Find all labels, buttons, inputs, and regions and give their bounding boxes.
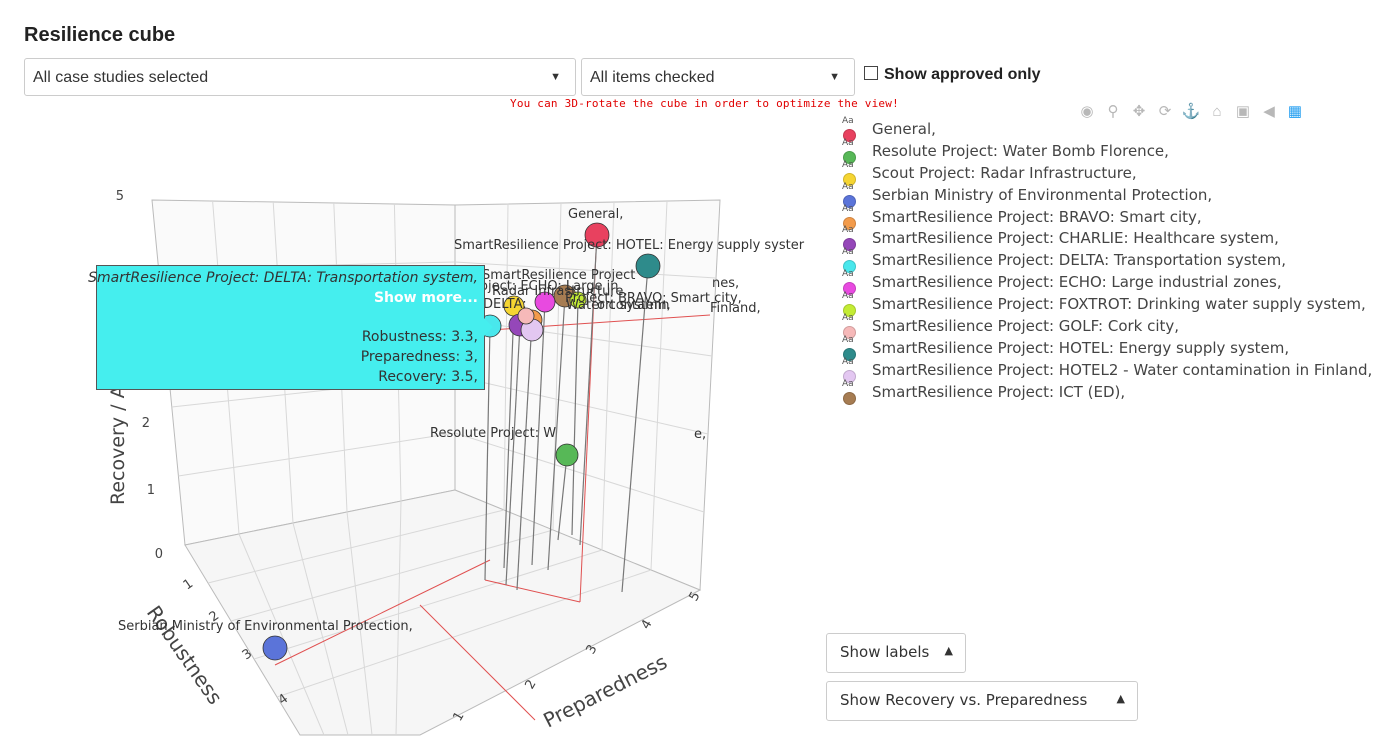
show-approved-label: Show approved only [884, 66, 1041, 83]
point-label: e, [694, 427, 706, 442]
point-label: General, [568, 207, 623, 222]
show-labels-label: Show labels [840, 643, 930, 661]
text-symbol-icon: Aa [842, 247, 854, 258]
text-symbol-icon: Aa [842, 116, 854, 126]
legend-label: General, [872, 120, 936, 138]
point-label: SmartResilience Project: HOTEL: Energy s… [454, 238, 805, 253]
checkbox-box[interactable] [864, 66, 878, 80]
legend-label: SmartResilience Project: DELTA: Transpor… [872, 251, 1287, 270]
legend-label: SmartResilience Project: BRAVO: Smart ci… [872, 207, 1202, 226]
text-symbol-icon: Aa [842, 137, 854, 148]
text-symbol-icon: Aa [842, 334, 854, 345]
legend-label: Resolute Project: Water Bomb Florence, [872, 141, 1169, 160]
chevron-down-icon: ▼ [550, 71, 561, 83]
text-symbol-icon: Aa [842, 159, 854, 170]
y-tick-label: 4 [638, 617, 655, 632]
data-point[interactable] [635, 253, 661, 279]
legend-item[interactable]: Aa SmartResilience Project: HOTEL: Energy… [840, 334, 1372, 361]
text-symbol-icon: Aa [842, 203, 854, 214]
point-label: Finland, [710, 301, 761, 316]
tooltip-robustness: Robustness: 3.3, [361, 329, 478, 345]
legend-label: SmartResilience Project: HOTEL: Energy s… [872, 338, 1290, 357]
tooltip-pointer [484, 318, 493, 336]
triangle-up-icon: ▲ [1116, 692, 1125, 705]
show-labels-button[interactable]: Show labels ▲ [826, 633, 966, 673]
legend-label: SmartResilience Project: FOXTROT: Drinki… [872, 295, 1366, 314]
x-tick-label: 1 [181, 576, 196, 593]
legend-item[interactable]: Aa SmartResilience Project: BRAVO: Smart … [840, 203, 1372, 230]
legend-item[interactable]: Aa Serbian Ministry of Environmental Prot… [840, 181, 1372, 208]
legend-label: SmartResilience Project: ECHO: Large ind… [872, 273, 1282, 292]
page-title: Resilience cube [24, 24, 176, 46]
case-study-select[interactable]: All case studies selected ▼ [24, 58, 576, 96]
legend-label: Serbian Ministry of Environmental Protec… [872, 185, 1213, 204]
chart-legend: Aa General, Aa Resolute Project: Water Bomb… [840, 116, 1373, 405]
z-tick-label: 5 [116, 189, 124, 204]
text-symbol-icon: Aa [842, 291, 854, 302]
data-point[interactable] [262, 635, 288, 661]
point-label: ort system, [597, 298, 671, 313]
tooltip-preparedness: Preparedness: 3, [360, 349, 478, 365]
legend-item[interactable]: Aa Resolute Project: Water Bomb Florence, [840, 137, 1372, 164]
data-point[interactable] [555, 443, 579, 467]
items-select[interactable]: All items checked ▼ [581, 58, 855, 96]
legend-item[interactable]: Aa SmartResilience Project: DELTA: Transp… [840, 247, 1372, 274]
point-label: Resolute Project: W [430, 426, 556, 441]
legend-label: SmartResilience Project: CHARLIE: Health… [872, 229, 1279, 248]
show-more-link[interactable]: Show more... [374, 290, 478, 306]
items-select-value: All items checked [590, 69, 715, 86]
text-symbol-icon: Aa [842, 313, 854, 324]
tooltip-recovery: Recovery: 3.5, [378, 369, 478, 385]
legend-item[interactable]: Aa SmartResilience Project: GOLF: Cork ci… [840, 313, 1372, 340]
point-label: Serbian Ministry of Environmental Protec… [118, 619, 413, 634]
triangle-up-icon: ▲ [944, 644, 953, 657]
point-label: nes, [712, 276, 739, 291]
legend-item[interactable]: Aa General, [840, 116, 1372, 142]
view-toggle-button[interactable]: Show Recovery vs. Preparedness ▲ [826, 681, 1138, 721]
legend-item[interactable]: Aa SmartResilience Project: CHARLIE: Heal… [840, 225, 1372, 252]
chevron-down-icon: ▼ [829, 71, 840, 83]
rotate-hint: You can 3D-rotate the cube in order to o… [510, 97, 899, 110]
show-approved-checkbox[interactable]: Show approved only [864, 66, 1040, 84]
z-tick-label: 1 [147, 483, 155, 498]
legend-item[interactable]: Aa SmartResilience Project: HOTEL2 - Wate… [840, 356, 1373, 383]
legend-label: SmartResilience Project: HOTEL2 - Water … [872, 360, 1373, 379]
legend-marker [843, 391, 856, 405]
text-symbol-icon: Aa [842, 225, 854, 236]
view-toggle-label: Show Recovery vs. Preparedness [840, 691, 1088, 709]
text-symbol-icon: Aa [842, 269, 854, 280]
z-tick-label: 2 [142, 416, 150, 431]
text-symbol-icon: Aa [842, 181, 854, 192]
legend-item[interactable]: Aa SmartResilience Project: FOXTROT: Drin… [840, 291, 1372, 318]
tooltip-title: SmartResilience Project: DELTA: Transpor… [88, 270, 478, 286]
legend-item[interactable]: Aa SmartResilience Project: ICT (ED), [840, 378, 1372, 405]
legend-item[interactable]: Aa SmartResilience Project: ECHO: Large i… [840, 269, 1372, 296]
text-symbol-icon: Aa [842, 378, 854, 389]
legend-label: SmartResilience Project: GOLF: Cork city… [872, 317, 1180, 336]
z-tick-label: 0 [155, 547, 163, 562]
legend-label: SmartResilience Project: ICT (ED), [872, 382, 1126, 401]
legend-item[interactable]: Aa Scout Project: Radar Infrastructure, [840, 159, 1372, 186]
resilience-3d-plot[interactable]: 012345Recovery / Adaptation1234Robustnes… [0, 110, 830, 744]
legend-label: Scout Project: Radar Infrastructure, [872, 163, 1137, 182]
y-tick-label: 2 [522, 677, 539, 692]
case-study-select-value: All case studies selected [33, 69, 209, 86]
text-symbol-icon: Aa [842, 356, 854, 367]
hover-tooltip: SmartResilience Project: DELTA: Transpor… [88, 265, 493, 390]
point-label: DELTA: [483, 297, 527, 312]
